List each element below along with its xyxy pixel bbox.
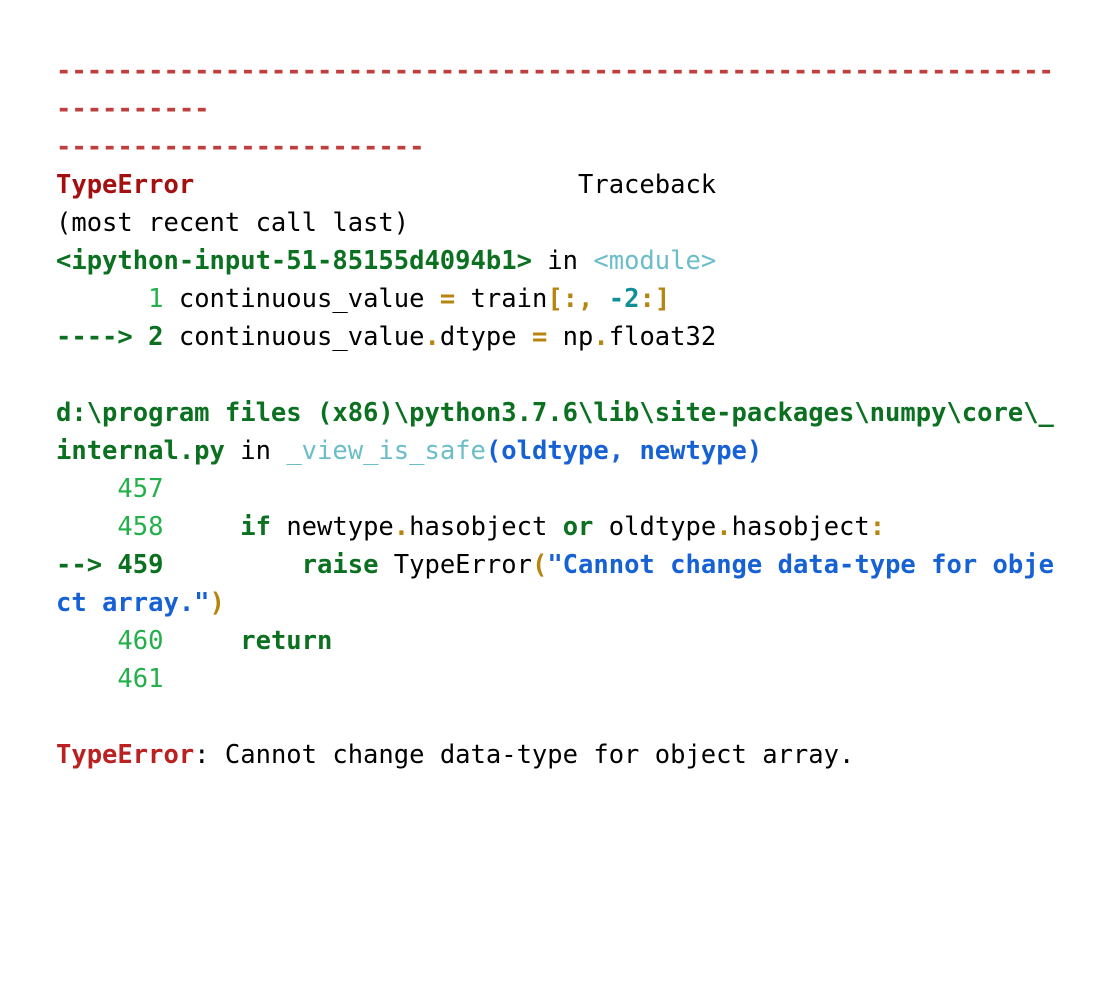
code-458-newtype: newtype: [270, 512, 394, 542]
in-keyword-1: in: [547, 246, 578, 276]
separator-rule-line-2: ------------------------: [56, 128, 1066, 166]
code-458-or-keyword: or: [562, 512, 594, 542]
blank-line-2: [56, 698, 1066, 736]
final-exception-line: TypeError: Cannot change data-type for o…: [56, 736, 1066, 774]
frame-2-space-1: [225, 436, 240, 466]
frame-2-filename-part-1: d:\program files (x86)\python3.7.6\lib\s…: [56, 398, 855, 428]
code-458-oldtype: oldtype: [593, 512, 717, 542]
separator-rule-part-2: ------------------------: [56, 132, 425, 162]
frame-2-code-line-458: 458 if newtype.hasobject or oldtype.haso…: [56, 508, 1066, 546]
code-1-bracket-open: [:,: [547, 284, 609, 314]
code-458-indent: [163, 512, 240, 542]
code-459-typeerror: TypeError: [378, 550, 532, 580]
frame-2-code-line-461: 461: [56, 660, 1066, 698]
header-gap: [194, 170, 578, 200]
final-exception-name: TypeError: [56, 740, 195, 770]
traceback-label: Traceback: [577, 170, 717, 200]
code-1-ident: continuous_value: [178, 284, 440, 314]
line-number-2: 2: [148, 322, 164, 352]
code-2-np: np: [547, 322, 594, 352]
final-exception-message: Cannot change data-type for object array…: [224, 740, 855, 770]
most-recent-call-last-line: (most recent call last): [56, 204, 1066, 242]
most-recent-call-last-text: (most recent call last): [56, 208, 410, 238]
frame-2-function-name: _view_is_safe: [286, 436, 486, 466]
code-460-return-keyword: return: [240, 626, 333, 656]
frame-2-code-line-459: --> 459 raise TypeError("Cannot change d…: [56, 546, 1066, 622]
current-line-arrow-2: -->: [56, 550, 103, 580]
code-1-train: train: [455, 284, 548, 314]
code-1-number: -2: [608, 284, 640, 314]
code-458-hasobject-2: hasobject: [731, 512, 870, 542]
indent-pad-461: [56, 664, 117, 694]
frame-2-code-line-457: 457: [56, 470, 1066, 508]
frame-1-function-name: <module>: [593, 246, 717, 276]
code-460-indent: [163, 626, 240, 656]
code-2-dtype: float32: [608, 322, 717, 352]
indent-pad-458: [56, 512, 117, 542]
exception-header-line: TypeError Traceback: [56, 166, 1066, 204]
code-2-assign-operator: =: [531, 322, 548, 352]
arrow-sep-1: [133, 322, 148, 352]
line-number-1: 1: [148, 284, 164, 314]
code-sep-1: [163, 284, 178, 314]
current-line-arrow-1: ---->: [56, 322, 133, 352]
frame-1-code-line-1: 1 continuous_value = train[:, -2:]: [56, 280, 1066, 318]
line-number-460: 460: [117, 626, 164, 656]
final-exception-separator: :: [194, 740, 225, 770]
code-458-hasobject-1: hasobject: [409, 512, 563, 542]
code-1-assign-operator: =: [439, 284, 456, 314]
separator-rule-part-1: ----------------------------------------…: [56, 56, 1054, 124]
frame-1-filename: <ipython-input-51-85155d4094b1>: [56, 246, 532, 276]
in-keyword-2: in: [240, 436, 271, 466]
code-459-raise-keyword: raise: [301, 550, 379, 580]
line-number-457: 457: [117, 474, 164, 504]
frame-2-signature: (oldtype, newtype): [485, 436, 763, 466]
indent-pad-457: [56, 474, 117, 504]
indent-pad-1: [56, 284, 148, 314]
code-2-dot-2: .: [593, 322, 609, 352]
frame-1-code-line-2: ----> 2 continuous_value.dtype = np.floa…: [56, 318, 1066, 356]
code-459-paren-open: (: [531, 550, 548, 580]
code-459-paren-close: ): [209, 588, 225, 618]
code-458-colon: :: [869, 512, 886, 542]
frame-2-header: d:\program files (x86)\python3.7.6\lib\s…: [56, 394, 1066, 470]
frame-2-space-2: [271, 436, 286, 466]
blank-line-1: [56, 356, 1066, 394]
arrow-sep-2: [102, 550, 117, 580]
code-459-indent: [163, 550, 301, 580]
code-2-ident: continuous_value: [178, 322, 425, 352]
separator-rule-line-1: ----------------------------------------…: [56, 52, 1066, 128]
code-2-dot-1: .: [424, 322, 440, 352]
line-number-461: 461: [117, 664, 164, 694]
code-2-attr: dtype: [439, 322, 532, 352]
ipython-traceback-output: ----------------------------------------…: [56, 14, 1066, 812]
frame-1-space: [578, 246, 593, 276]
code-sep-2: [163, 322, 178, 352]
line-number-458: 458: [117, 512, 164, 542]
code-458-dot-1: .: [393, 512, 410, 542]
frame-1-header: <ipython-input-51-85155d4094b1> in <modu…: [56, 242, 1066, 280]
frame-1-in-keyword: [532, 246, 547, 276]
indent-pad-460: [56, 626, 117, 656]
code-458-dot-2: .: [716, 512, 732, 542]
code-1-bracket-close: :]: [639, 284, 671, 314]
exception-name-header: TypeError: [56, 170, 195, 200]
code-458-if-keyword: if: [240, 512, 271, 542]
frame-2-code-line-460: 460 return: [56, 622, 1066, 660]
line-number-459: 459: [117, 550, 164, 580]
